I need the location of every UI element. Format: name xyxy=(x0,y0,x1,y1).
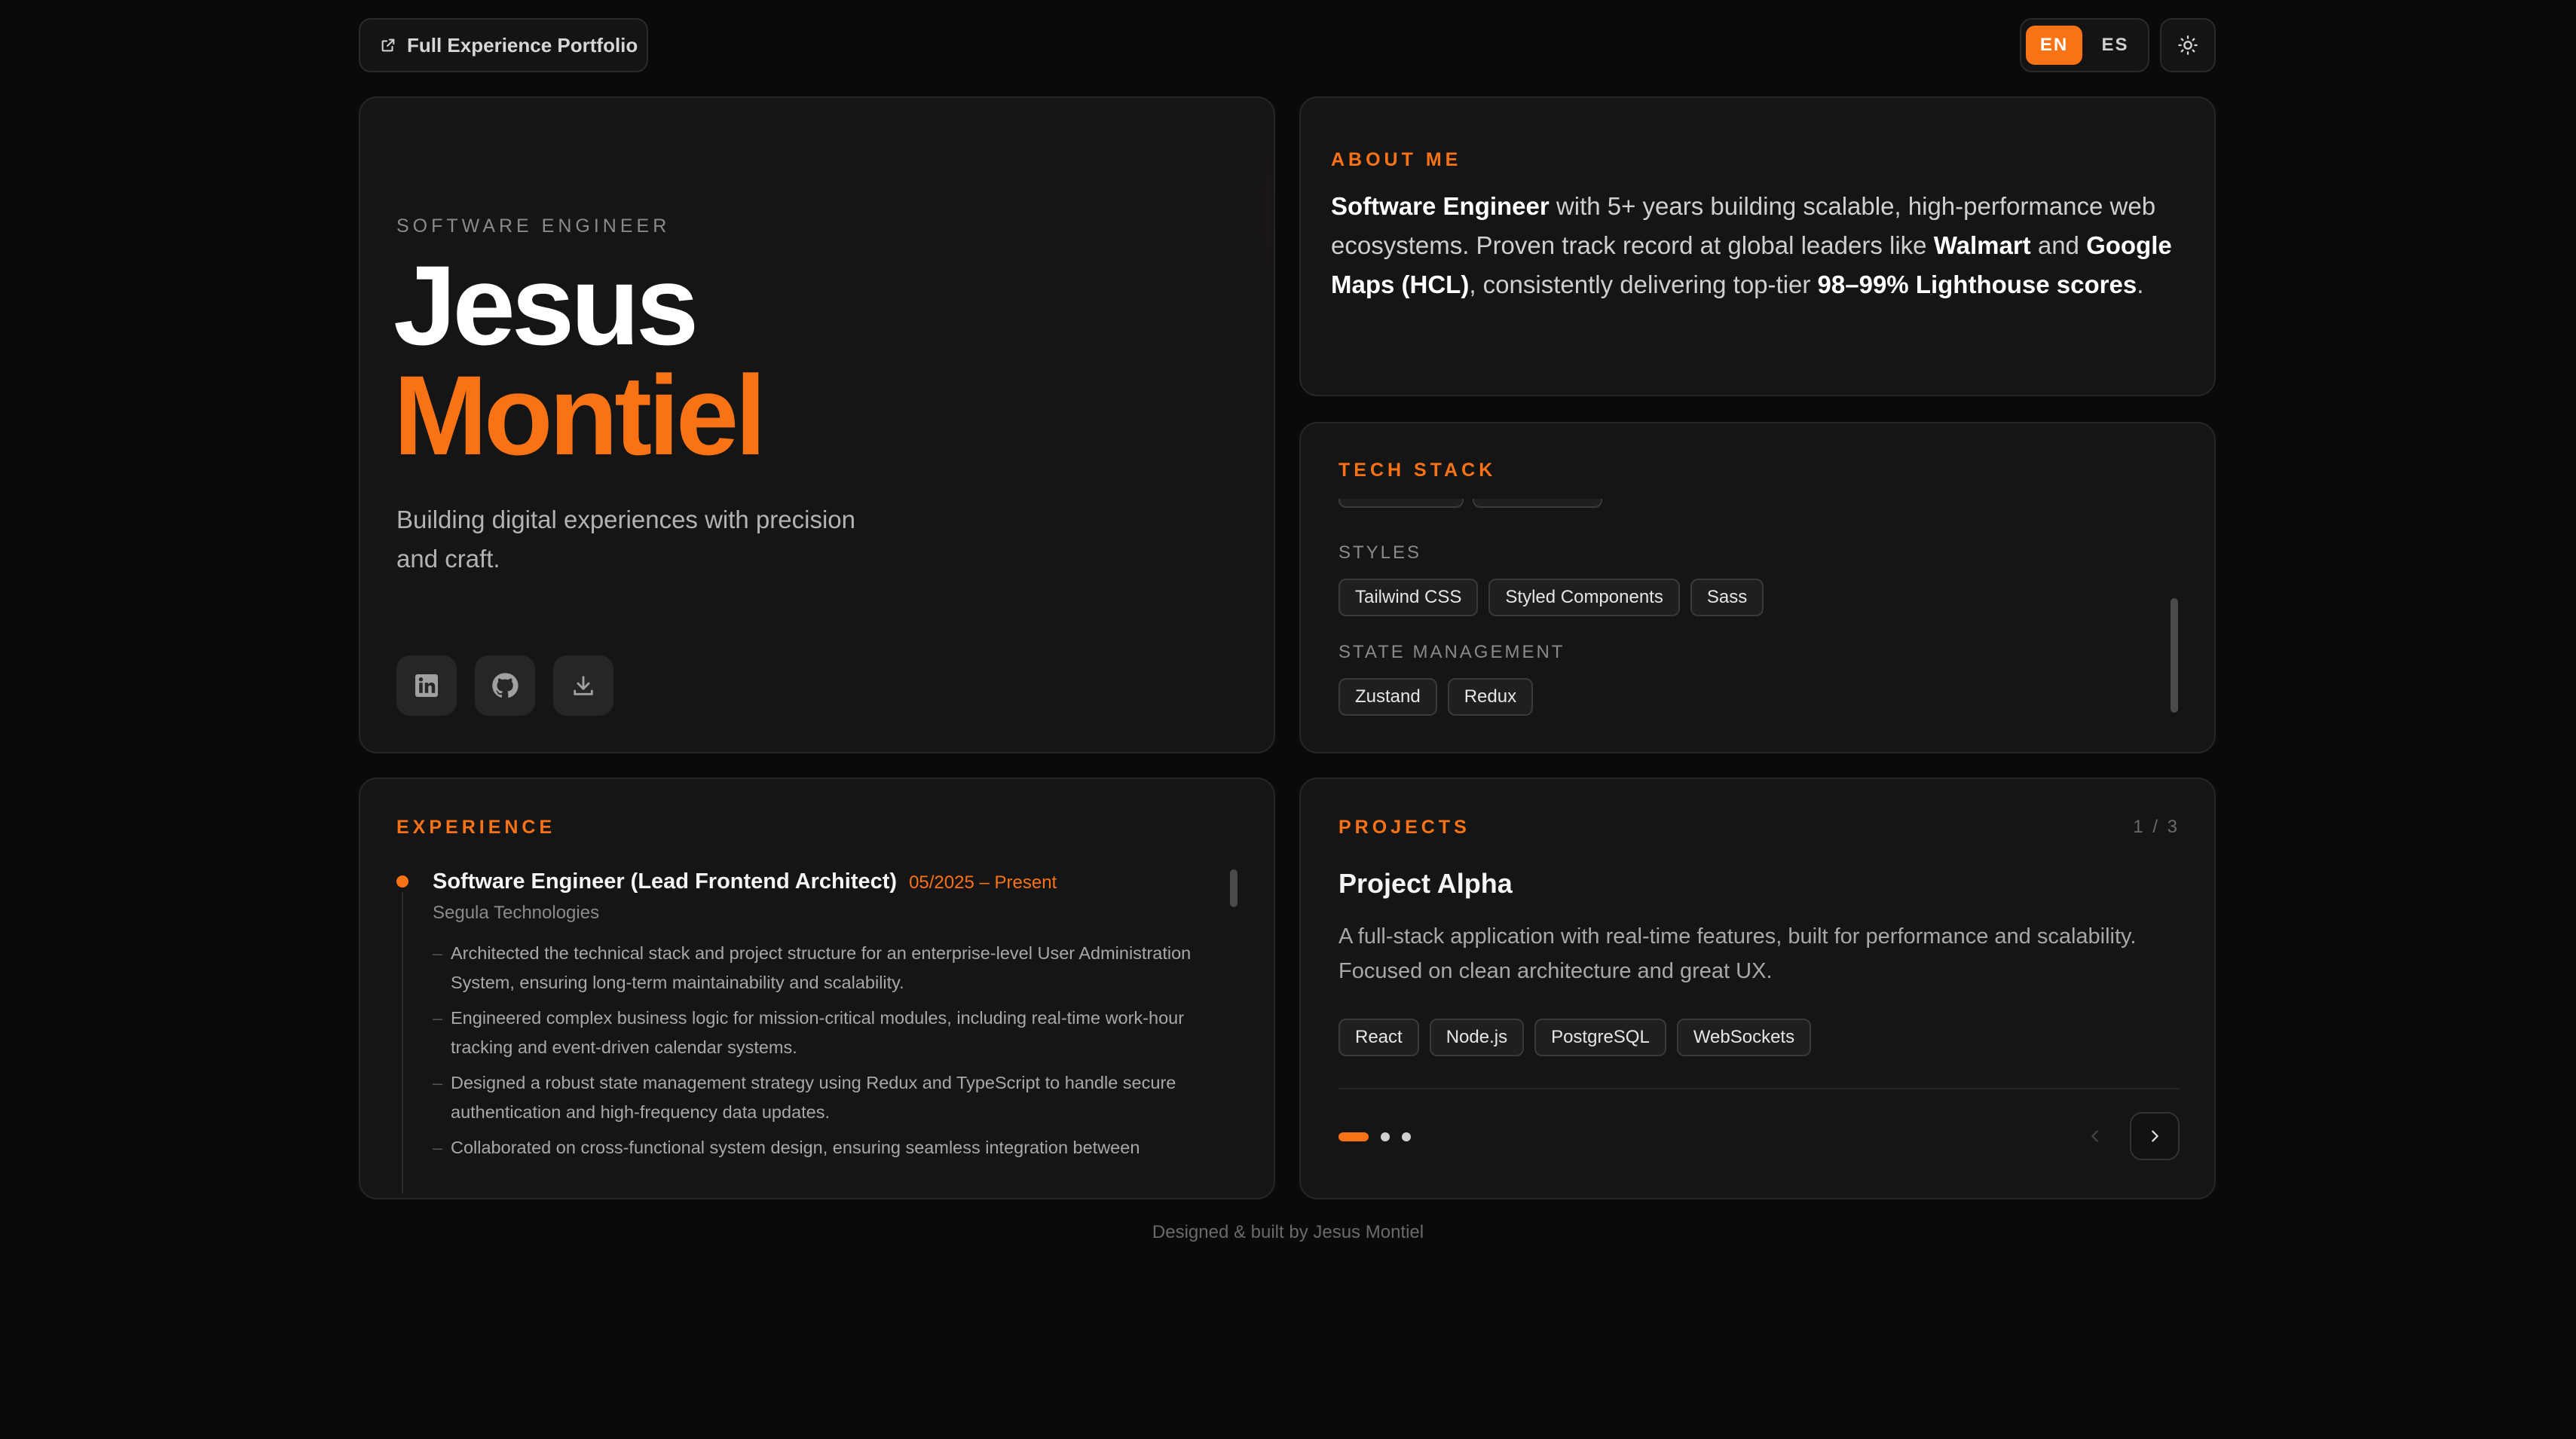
tech-stack-scrollbar[interactable] xyxy=(2171,598,2178,713)
linkedin-button[interactable] xyxy=(396,655,457,716)
carousel-dot-active[interactable] xyxy=(1338,1132,1369,1141)
project-divider xyxy=(1338,1088,2180,1089)
hero-tagline-line2: and craft. xyxy=(396,545,500,573)
tech-tag: Styled Components xyxy=(1488,579,1680,616)
projects-card: PROJECTS 1 / 3 Project Alpha A full-stac… xyxy=(1299,778,2216,1199)
chevron-right-icon xyxy=(2146,1128,2163,1144)
experience-scrollbar[interactable] xyxy=(1230,869,1238,907)
hero-role: SOFTWARE ENGINEER xyxy=(396,215,671,237)
about-label: ABOUT ME xyxy=(1331,149,1462,170)
tech-tag: Zustand xyxy=(1338,678,1437,716)
project-tag: WebSockets xyxy=(1676,1019,1812,1056)
hero-last-name: Montiel xyxy=(393,352,766,478)
scrolled-tag-hint xyxy=(1473,499,1602,508)
hero-first-name: Jesus xyxy=(393,242,699,368)
external-link-icon xyxy=(380,37,396,53)
language-es-button[interactable]: ES xyxy=(2087,26,2143,65)
timeline-dot xyxy=(396,875,408,888)
about-text-segment: . xyxy=(2137,270,2144,298)
about-text-segment: , consistently delivering top-tier xyxy=(1469,270,1818,298)
experience-label: EXPERIENCE xyxy=(396,817,556,838)
project-prev-button[interactable] xyxy=(2071,1112,2119,1160)
carousel-dot[interactable] xyxy=(1381,1132,1390,1141)
language-en-button[interactable]: EN xyxy=(2026,26,2082,65)
projects-label: PROJECTS xyxy=(1338,817,1470,838)
project-description: A full-stack application with real-time … xyxy=(1338,924,2137,983)
about-highlight: 98–99% Lighthouse scores xyxy=(1817,270,2137,298)
project-next-button[interactable] xyxy=(2130,1112,2180,1160)
tech-stack-card: TECH STACK STYLES Tailwind CSS Styled Co… xyxy=(1299,422,2216,753)
full-portfolio-link[interactable]: Full Experience Portfolio xyxy=(359,18,648,72)
tech-group-styles: STYLES xyxy=(1338,542,1422,563)
tech-tag: Tailwind CSS xyxy=(1338,579,1479,616)
scrolled-tag-hint xyxy=(1338,499,1464,508)
project-title: Project Alpha xyxy=(1338,868,1513,899)
experience-bullet: Collaborated on cross-functional system … xyxy=(433,1133,1209,1163)
sun-icon xyxy=(2177,35,2198,56)
experience-company: Segula Technologies xyxy=(433,903,600,923)
experience-header: Software Engineer (Lead Frontend Archite… xyxy=(433,869,1057,894)
timeline-line xyxy=(402,892,403,1193)
full-portfolio-label: Full Experience Portfolio xyxy=(407,33,638,57)
tech-stack-label: TECH STACK xyxy=(1338,460,1497,481)
about-text: Software Engineer with 5+ years building… xyxy=(1331,187,2190,304)
theme-toggle-button[interactable] xyxy=(2160,18,2216,72)
linkedin-icon xyxy=(413,672,440,699)
experience-dates: 05/2025 – Present xyxy=(909,872,1057,893)
project-tags: React Node.js PostgreSQL WebSockets xyxy=(1338,1019,1822,1056)
about-text-segment: and xyxy=(2030,231,2087,259)
hero-glow xyxy=(1227,98,1274,475)
tech-tags-styles: Tailwind CSS Styled Components Sass xyxy=(1338,579,1774,616)
download-cv-button[interactable] xyxy=(553,655,613,716)
carousel-dot[interactable] xyxy=(1402,1132,1411,1141)
tech-group-state: STATE MANAGEMENT xyxy=(1338,642,1565,662)
chevron-left-icon xyxy=(2087,1128,2103,1144)
github-icon xyxy=(491,671,519,700)
github-button[interactable] xyxy=(475,655,535,716)
tech-tags-state: Zustand Redux xyxy=(1338,678,1543,716)
experience-bullet: Architected the technical stack and proj… xyxy=(433,939,1209,998)
about-card: ABOUT ME Software Engineer with 5+ years… xyxy=(1299,96,2216,396)
language-switcher: EN ES xyxy=(2020,18,2149,72)
about-highlight: Software Engineer xyxy=(1331,192,1550,220)
experience-card: EXPERIENCE Software Engineer (Lead Front… xyxy=(359,778,1275,1199)
download-icon xyxy=(571,673,596,698)
experience-bullet: Engineered complex business logic for mi… xyxy=(433,1004,1209,1062)
experience-bullets: Architected the technical stack and proj… xyxy=(433,939,1209,1169)
hero-card: SOFTWARE ENGINEER Jesus Montiel Building… xyxy=(359,96,1275,753)
carousel-dots xyxy=(1338,1132,1429,1142)
about-highlight: Walmart xyxy=(1933,231,2031,259)
tech-tag: Sass xyxy=(1690,579,1764,616)
experience-title: Software Engineer (Lead Frontend Archite… xyxy=(433,869,898,894)
footer-credit: Designed & built by Jesus Montiel xyxy=(1152,1222,1424,1242)
project-tag: React xyxy=(1338,1019,1419,1056)
experience-bullet: Designed a robust state management strat… xyxy=(433,1068,1209,1127)
tech-tag: Redux xyxy=(1447,678,1534,716)
project-tag: Node.js xyxy=(1429,1019,1525,1056)
project-tag: PostgreSQL xyxy=(1534,1019,1666,1056)
hero-tagline-line1: Building digital experiences with precis… xyxy=(396,506,856,533)
projects-counter: 1 / 3 xyxy=(2133,817,2180,837)
